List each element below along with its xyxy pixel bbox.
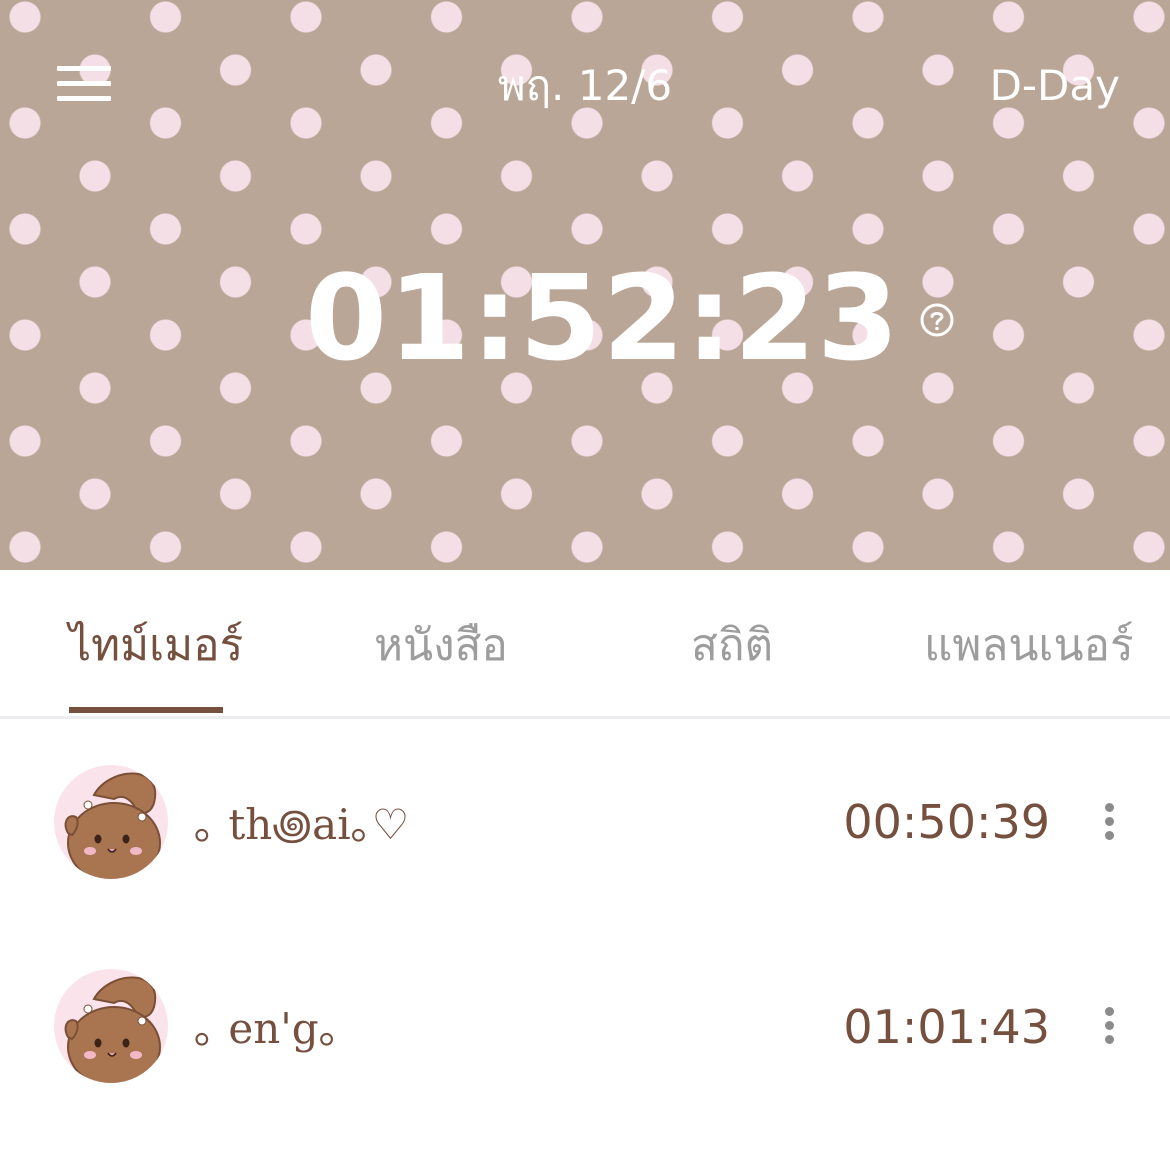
dot [1105,831,1114,840]
subject-row-eng[interactable]: ｡ en'g｡ 01:01:43 [0,969,1170,1149]
bunny-avatar-icon [54,969,168,1083]
subject-time: 00:50:39 [843,795,1050,849]
subject-row-thai[interactable]: ｡ th꩜ai｡♡ 00:50:39 [0,765,1170,945]
more-options-icon[interactable] [1100,1007,1120,1047]
menu-line [57,66,111,71]
tab-bar: ไทม์เมอร์ หนังสือ สถิติ แพลนเนอร์ [0,570,1170,719]
help-icon[interactable] [920,303,954,337]
dot [1105,803,1114,812]
subject-time: 01:01:43 [843,1000,1050,1054]
bunny-avatar-icon [54,765,168,879]
subject-name: ｡ en'g｡ [194,1004,340,1053]
active-tab-indicator [69,707,223,713]
more-options-icon[interactable] [1100,803,1120,843]
subject-name: ｡ th꩜ai｡♡ [194,800,410,849]
d-day-button[interactable]: D-Day [990,58,1120,114]
dot [1105,817,1114,826]
dot [1105,1007,1114,1016]
menu-line [57,81,111,86]
hamburger-menu-icon[interactable] [57,66,111,104]
date-label: พฤ. 12/6 [497,61,673,110]
tab-timer[interactable]: ไทม์เมอร์ [69,618,243,674]
dot [1105,1035,1114,1044]
tab-planner[interactable]: แพลนเนอร์ [924,618,1134,674]
menu-line [57,96,111,101]
header-banner: พฤ. 12/6 D-Day 01:52:23 [0,0,1170,570]
dot [1105,1021,1114,1030]
total-study-timer: 01:52:23 [305,249,901,387]
tab-books[interactable]: หนังสือ [374,618,508,674]
tab-statistics[interactable]: สถิติ [691,618,773,674]
